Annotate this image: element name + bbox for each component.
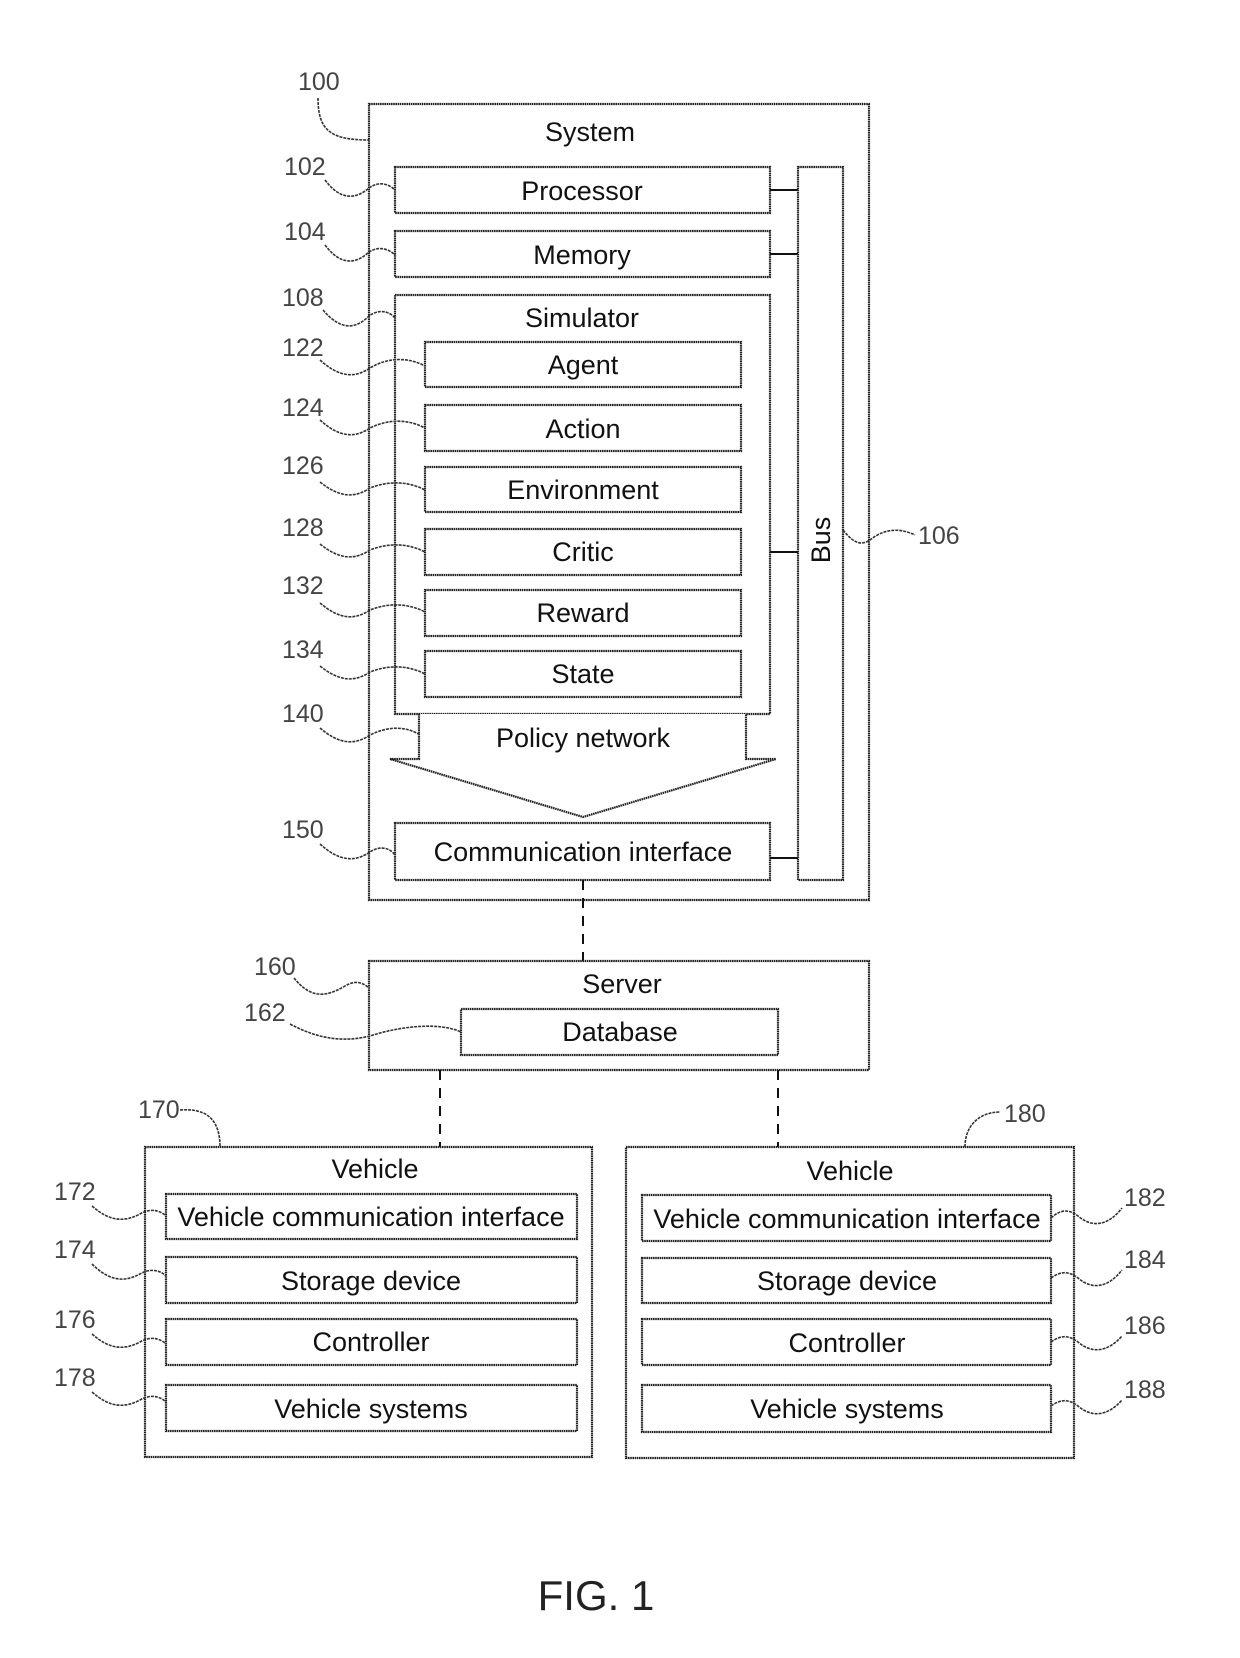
ref-160: 160	[254, 953, 296, 981]
figure-caption: FIG. 1	[538, 1572, 655, 1619]
simulator-title: Simulator	[525, 303, 639, 333]
ref-182: 182	[1124, 1184, 1166, 1212]
vehicle-170-storage-device-label: Storage device	[281, 1266, 461, 1296]
ref-180: 180	[1004, 1100, 1046, 1128]
vehicle-180-title: Vehicle	[806, 1156, 893, 1186]
environment-label: Environment	[507, 475, 659, 505]
vehicle-170-controller-label: Controller	[312, 1327, 429, 1357]
bus-label: Bus	[806, 517, 836, 564]
ref-108: 108	[282, 284, 324, 312]
agent-label: Agent	[548, 350, 619, 380]
ref-102: 102	[284, 153, 326, 181]
vehicle-180-systems-label: Vehicle systems	[750, 1394, 944, 1424]
ref-122: 122	[282, 334, 324, 362]
policy-network-label: Policy network	[496, 723, 671, 753]
communication-interface-label: Communication interface	[434, 837, 733, 867]
action-label: Action	[545, 414, 620, 444]
simulator-block: Simulator 108 Agent 122 Action 124 Envir…	[282, 284, 798, 716]
ref-186: 186	[1124, 1312, 1166, 1340]
vehicle-180-controller-label: Controller	[788, 1328, 905, 1358]
ref-128: 128	[282, 514, 324, 542]
ref-100: 100	[298, 68, 340, 96]
vehicle-180-item-controller: Controller 186	[640, 1312, 1166, 1367]
processor-label: Processor	[521, 176, 643, 206]
ref-184: 184	[1124, 1246, 1166, 1274]
ref-150: 150	[282, 816, 324, 844]
state-label: State	[551, 659, 614, 689]
reward-label: Reward	[536, 598, 629, 628]
ref-106: 106	[918, 522, 960, 550]
ref-188: 188	[1124, 1376, 1166, 1404]
patent-figure-canvas: System 100 Processor 102 Memory 104 Bus …	[54, 68, 1166, 1619]
ref-174: 174	[54, 1236, 96, 1264]
ref-140: 140	[282, 700, 324, 728]
ref-170: 170	[138, 1096, 180, 1124]
vehicle-170-communication-interface-label: Vehicle communication interface	[177, 1202, 564, 1232]
database-label: Database	[562, 1017, 678, 1047]
vehicle-170-block: Vehicle 170 Vehicle communication interf…	[54, 1096, 594, 1459]
ref-126: 126	[282, 452, 324, 480]
ref-162: 162	[244, 999, 286, 1027]
vehicle-180-item-systems: Vehicle systems 188	[640, 1376, 1166, 1434]
ref-176: 176	[54, 1306, 96, 1334]
system-block: System 100 Processor 102 Memory 104 Bus …	[282, 68, 960, 902]
vehicle-180-communication-interface-label: Vehicle communication interface	[653, 1204, 1040, 1234]
vehicle-170-title: Vehicle	[331, 1154, 418, 1184]
ref-172: 172	[54, 1178, 96, 1206]
ref-132: 132	[282, 572, 324, 600]
leader-160	[293, 977, 370, 995]
leader-180	[964, 1111, 1001, 1148]
ref-134: 134	[282, 636, 324, 664]
system-title: System	[545, 117, 635, 147]
server-block: Server 160 Database 162	[244, 953, 871, 1072]
ref-104: 104	[284, 218, 326, 246]
vehicle-180-block: Vehicle 180 Vehicle communication interf…	[624, 1100, 1166, 1460]
server-title: Server	[582, 969, 662, 999]
leader-170	[179, 1108, 221, 1148]
vehicle-170-systems-label: Vehicle systems	[274, 1394, 468, 1424]
ref-124: 124	[282, 394, 324, 422]
leader-100	[317, 97, 370, 141]
vehicle-180-storage-device-label: Storage device	[757, 1266, 937, 1296]
memory-label: Memory	[533, 240, 631, 270]
ref-178: 178	[54, 1364, 96, 1392]
critic-label: Critic	[552, 537, 614, 567]
simulator-item-agent: Agent 122	[282, 334, 743, 389]
